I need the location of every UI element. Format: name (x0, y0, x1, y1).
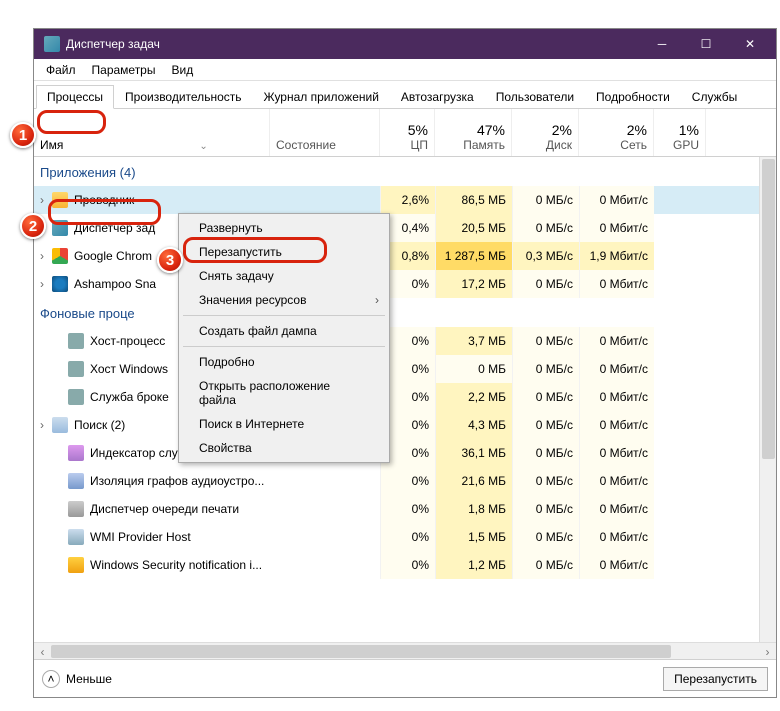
annotation-badge-3: 3 (157, 247, 183, 273)
menubar: Файл Параметры Вид (34, 59, 776, 81)
menu-params[interactable]: Параметры (84, 61, 164, 79)
scroll-right-icon[interactable]: › (759, 643, 776, 660)
audio-icon (68, 473, 84, 489)
row-search[interactable]: ›Поиск (2)🍃 0% 4,3 МБ 0 МБ/с 0 Мбит/с (34, 411, 776, 439)
annotation-badge-2: 2 (20, 213, 46, 239)
ctx-details[interactable]: Подробно (181, 350, 387, 374)
titlebar[interactable]: Диспетчер задач ─ ☐ ✕ (34, 29, 776, 59)
folder-icon (52, 192, 68, 208)
tab-performance[interactable]: Производительность (114, 85, 252, 108)
ctx-endtask[interactable]: Снять задачу (181, 264, 387, 288)
scrollbar-thumb[interactable] (51, 645, 671, 658)
scrollbar-thumb[interactable] (762, 159, 775, 459)
column-headers: Имя ⌄ Состояние 5%ЦП 47%Память 2%Диск 2%… (34, 109, 776, 157)
expander-icon[interactable]: › (34, 193, 50, 207)
ashampoo-icon (52, 276, 68, 292)
tab-startup[interactable]: Автозагрузка (390, 85, 485, 108)
chevron-up-icon: ˄ (42, 670, 60, 688)
col-disk[interactable]: 2%Диск (512, 109, 579, 156)
separator (183, 315, 385, 316)
scroll-left-icon[interactable]: ‹ (34, 643, 51, 660)
minimize-button[interactable]: ─ (640, 29, 684, 59)
row-chrome[interactable]: ›Google Chrom 0,8% 1 287,5 МБ 0,3 МБ/с 1… (34, 242, 776, 270)
tabbar: Процессы Производительность Журнал прило… (34, 81, 776, 109)
annotation-badge-1: 1 (10, 122, 36, 148)
footer: ˄ Меньше Перезапустить (34, 659, 776, 697)
row-spooler[interactable]: Диспетчер очереди печати 0% 1,8 МБ 0 МБ/… (34, 495, 776, 523)
tab-processes[interactable]: Процессы (36, 85, 114, 109)
maximize-button[interactable]: ☐ (684, 29, 728, 59)
tab-details[interactable]: Подробности (585, 85, 681, 108)
scrollbar-horizontal[interactable]: ‹ › (34, 642, 776, 659)
expander-icon[interactable]: › (34, 418, 50, 432)
scrollbar-vertical[interactable] (759, 157, 776, 642)
col-name-label: Имя (40, 138, 63, 152)
ctx-expand[interactable]: Развернуть (181, 216, 387, 240)
row-indexer[interactable]: Индексатор службы Microsoft ... 0% 36,1 … (34, 439, 776, 467)
ctx-props[interactable]: Свойства (181, 436, 387, 460)
restart-button[interactable]: Перезапустить (663, 667, 768, 691)
task-manager-window: Диспетчер задач ─ ☐ ✕ Файл Параметры Вид… (33, 28, 777, 698)
window-title: Диспетчер задач (66, 37, 640, 51)
close-button[interactable]: ✕ (728, 29, 772, 59)
row-hostwin[interactable]: Хост Windows 0% 0 МБ 0 МБ/с 0 Мбит/с (34, 355, 776, 383)
ctx-searchweb[interactable]: Поиск в Интернете (181, 412, 387, 436)
context-menu: Развернуть Перезапустить Снять задачу Зн… (178, 213, 390, 463)
process-icon (68, 389, 84, 405)
separator (183, 346, 385, 347)
wmi-icon (68, 529, 84, 545)
fewer-details-button[interactable]: ˄ Меньше (42, 670, 112, 688)
group-bg[interactable]: Фоновые проце (34, 298, 776, 327)
row-explorer[interactable]: ›Проводник 2,6% 86,5 МБ 0 МБ/с 0 Мбит/с (34, 186, 776, 214)
col-name[interactable]: Имя ⌄ (34, 109, 270, 156)
col-gpu[interactable]: 1%GPU (654, 109, 706, 156)
tab-services[interactable]: Службы (681, 85, 748, 108)
col-state[interactable]: Состояние (270, 109, 380, 156)
process-list: Приложения (4) ›Проводник 2,6% 86,5 МБ 0… (34, 157, 776, 642)
indexer-icon (68, 445, 84, 461)
ctx-dump[interactable]: Создать файл дампа (181, 319, 387, 343)
ctx-openloc[interactable]: Открыть расположение файла (181, 374, 387, 412)
row-snap[interactable]: ›Ashampoo Sna 0% 17,2 МБ 0 МБ/с 0 Мбит/с (34, 270, 776, 298)
row-audio[interactable]: Изоляция графов аудиоустро... 0% 21,6 МБ… (34, 467, 776, 495)
printer-icon (68, 501, 84, 517)
tab-users[interactable]: Пользователи (485, 85, 585, 108)
row-wmi[interactable]: WMI Provider Host 0% 1,5 МБ 0 МБ/с 0 Мби… (34, 523, 776, 551)
menu-view[interactable]: Вид (163, 61, 201, 79)
process-icon (68, 333, 84, 349)
row-taskmgr[interactable]: ›Диспетчер зад 0,4% 20,5 МБ 0 МБ/с 0 Мби… (34, 214, 776, 242)
col-cpu[interactable]: 5%ЦП (380, 109, 435, 156)
ctx-restart[interactable]: Перезапустить (181, 240, 387, 264)
group-apps[interactable]: Приложения (4) (34, 157, 776, 186)
menu-file[interactable]: Файл (38, 61, 84, 79)
search-icon (52, 417, 68, 433)
row-broker[interactable]: Служба броке 0% 2,2 МБ 0 МБ/с 0 Мбит/с (34, 383, 776, 411)
col-mem[interactable]: 47%Память (435, 109, 512, 156)
sort-chevron-icon: ⌄ (199, 141, 207, 152)
expander-icon[interactable]: › (34, 277, 50, 291)
chrome-icon (52, 248, 68, 264)
expander-icon[interactable]: › (34, 249, 50, 263)
process-icon (68, 361, 84, 377)
row-secnotif[interactable]: Windows Security notification i... 0% 1,… (34, 551, 776, 579)
taskmgr-icon (52, 220, 68, 236)
ctx-resource-values[interactable]: Значения ресурсов (181, 288, 387, 312)
col-net[interactable]: 2%Сеть (579, 109, 654, 156)
row-hostproc[interactable]: Хост-процесс 0% 3,7 МБ 0 МБ/с 0 Мбит/с (34, 327, 776, 355)
app-icon (44, 36, 60, 52)
tab-apphistory[interactable]: Журнал приложений (253, 85, 390, 108)
security-icon (68, 557, 84, 573)
